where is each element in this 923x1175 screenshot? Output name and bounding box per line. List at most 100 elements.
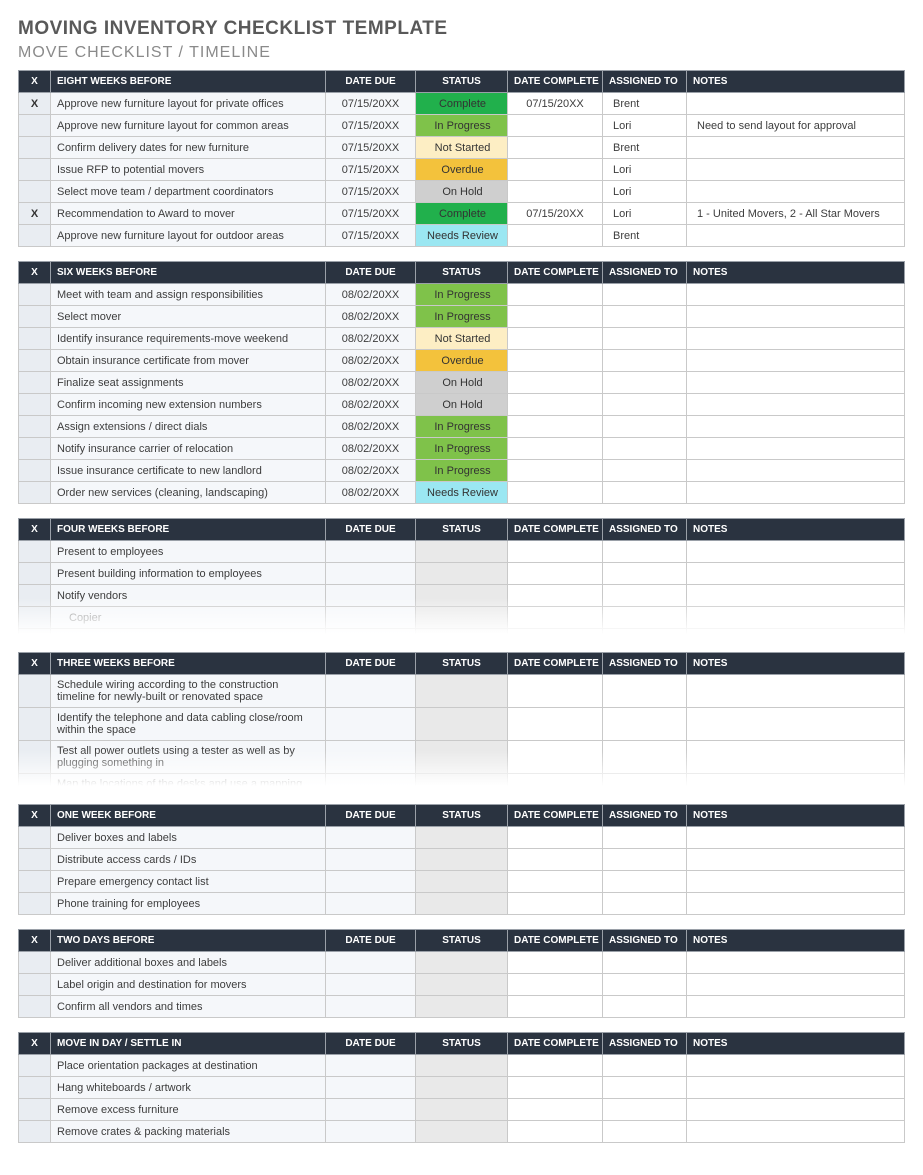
cell-x[interactable] (19, 629, 51, 639)
cell-status[interactable] (416, 849, 508, 871)
cell-dc[interactable] (508, 1077, 603, 1099)
cell-status[interactable]: Needs Review (416, 225, 508, 247)
cell-assigned[interactable] (603, 675, 687, 708)
cell-x[interactable] (19, 893, 51, 915)
cell-task[interactable]: Obtain insurance certificate from mover (51, 350, 326, 372)
cell-task[interactable]: Confirm incoming new extension numbers (51, 394, 326, 416)
cell-assigned[interactable] (603, 1077, 687, 1099)
cell-x[interactable] (19, 827, 51, 849)
cell-assigned[interactable]: Lori (603, 115, 687, 137)
cell-assigned[interactable] (603, 827, 687, 849)
cell-task[interactable]: Order new services (cleaning, landscapin… (51, 482, 326, 504)
cell-date[interactable] (326, 827, 416, 849)
cell-task[interactable]: Remove excess furniture (51, 1099, 326, 1121)
cell-assigned[interactable] (603, 416, 687, 438)
cell-assigned[interactable] (603, 849, 687, 871)
cell-assigned[interactable] (603, 372, 687, 394)
cell-date[interactable] (326, 871, 416, 893)
cell-assigned[interactable]: Brent (603, 93, 687, 115)
cell-notes[interactable] (687, 1077, 905, 1099)
cell-notes[interactable] (687, 137, 905, 159)
cell-date[interactable] (326, 675, 416, 708)
cell-status[interactable]: Not Started (416, 328, 508, 350)
cell-x[interactable] (19, 372, 51, 394)
cell-assigned[interactable] (603, 585, 687, 607)
cell-notes[interactable] (687, 181, 905, 203)
cell-status[interactable] (416, 629, 508, 639)
cell-notes[interactable] (687, 416, 905, 438)
cell-notes[interactable] (687, 159, 905, 181)
cell-x[interactable] (19, 416, 51, 438)
cell-assigned[interactable] (603, 741, 687, 774)
cell-status[interactable] (416, 774, 508, 791)
cell-x[interactable] (19, 394, 51, 416)
cell-assigned[interactable]: Brent (603, 225, 687, 247)
cell-dc[interactable]: 07/15/20XX (508, 203, 603, 225)
cell-notes[interactable] (687, 563, 905, 585)
cell-task[interactable]: Label origin and destination for movers (51, 974, 326, 996)
cell-dc[interactable] (508, 871, 603, 893)
cell-assigned[interactable] (603, 708, 687, 741)
cell-task[interactable]: Remove crates & packing materials (51, 1121, 326, 1143)
cell-notes[interactable] (687, 996, 905, 1018)
cell-assigned[interactable] (603, 996, 687, 1018)
cell-date[interactable] (326, 607, 416, 629)
cell-status[interactable] (416, 1099, 508, 1121)
cell-date[interactable]: 07/15/20XX (326, 115, 416, 137)
cell-notes[interactable] (687, 607, 905, 629)
cell-x[interactable] (19, 563, 51, 585)
cell-dc[interactable] (508, 974, 603, 996)
cell-assigned[interactable] (603, 1055, 687, 1077)
cell-task[interactable]: Recommendation to Award to mover (51, 203, 326, 225)
cell-status[interactable]: Complete (416, 203, 508, 225)
cell-task[interactable]: Approve new furniture layout for outdoor… (51, 225, 326, 247)
cell-notes[interactable] (687, 708, 905, 741)
cell-status[interactable] (416, 741, 508, 774)
cell-status[interactable]: Complete (416, 93, 508, 115)
cell-x[interactable] (19, 974, 51, 996)
cell-date[interactable] (326, 1055, 416, 1077)
cell-date[interactable]: 08/02/20XX (326, 306, 416, 328)
cell-x[interactable]: X (19, 203, 51, 225)
cell-notes[interactable] (687, 585, 905, 607)
cell-date[interactable]: 07/15/20XX (326, 93, 416, 115)
cell-assigned[interactable]: Brent (603, 137, 687, 159)
cell-assigned[interactable] (603, 1099, 687, 1121)
cell-notes[interactable] (687, 460, 905, 482)
cell-notes[interactable] (687, 893, 905, 915)
cell-status[interactable]: On Hold (416, 181, 508, 203)
cell-notes[interactable]: 1 - United Movers, 2 - All Star Movers (687, 203, 905, 225)
cell-notes[interactable] (687, 974, 905, 996)
cell-status[interactable] (416, 996, 508, 1018)
cell-x[interactable] (19, 350, 51, 372)
cell-dc[interactable] (508, 585, 603, 607)
cell-dc[interactable] (508, 350, 603, 372)
cell-date[interactable] (326, 1099, 416, 1121)
cell-dc[interactable] (508, 159, 603, 181)
cell-x[interactable] (19, 1077, 51, 1099)
cell-date[interactable] (326, 849, 416, 871)
cell-x[interactable] (19, 181, 51, 203)
cell-notes[interactable] (687, 849, 905, 871)
cell-x[interactable] (19, 159, 51, 181)
cell-status[interactable] (416, 1055, 508, 1077)
cell-date[interactable] (326, 708, 416, 741)
cell-status[interactable] (416, 827, 508, 849)
cell-task[interactable]: Test all power outlets using a tester as… (51, 741, 326, 774)
cell-assigned[interactable]: Lori (603, 159, 687, 181)
cell-assigned[interactable] (603, 438, 687, 460)
cell-status[interactable]: In Progress (416, 416, 508, 438)
cell-notes[interactable] (687, 952, 905, 974)
cell-dc[interactable] (508, 996, 603, 1018)
cell-assigned[interactable] (603, 284, 687, 306)
cell-x[interactable] (19, 1099, 51, 1121)
cell-dc[interactable] (508, 137, 603, 159)
cell-task[interactable]: Confirm all vendors and times (51, 996, 326, 1018)
cell-assigned[interactable]: Lori (603, 203, 687, 225)
cell-notes[interactable] (687, 774, 905, 791)
cell-assigned[interactable] (603, 306, 687, 328)
cell-notes[interactable] (687, 871, 905, 893)
cell-task[interactable]: Issue RFP to potential movers (51, 159, 326, 181)
cell-dc[interactable] (508, 893, 603, 915)
cell-task[interactable]: Confirm delivery dates for new furniture (51, 137, 326, 159)
